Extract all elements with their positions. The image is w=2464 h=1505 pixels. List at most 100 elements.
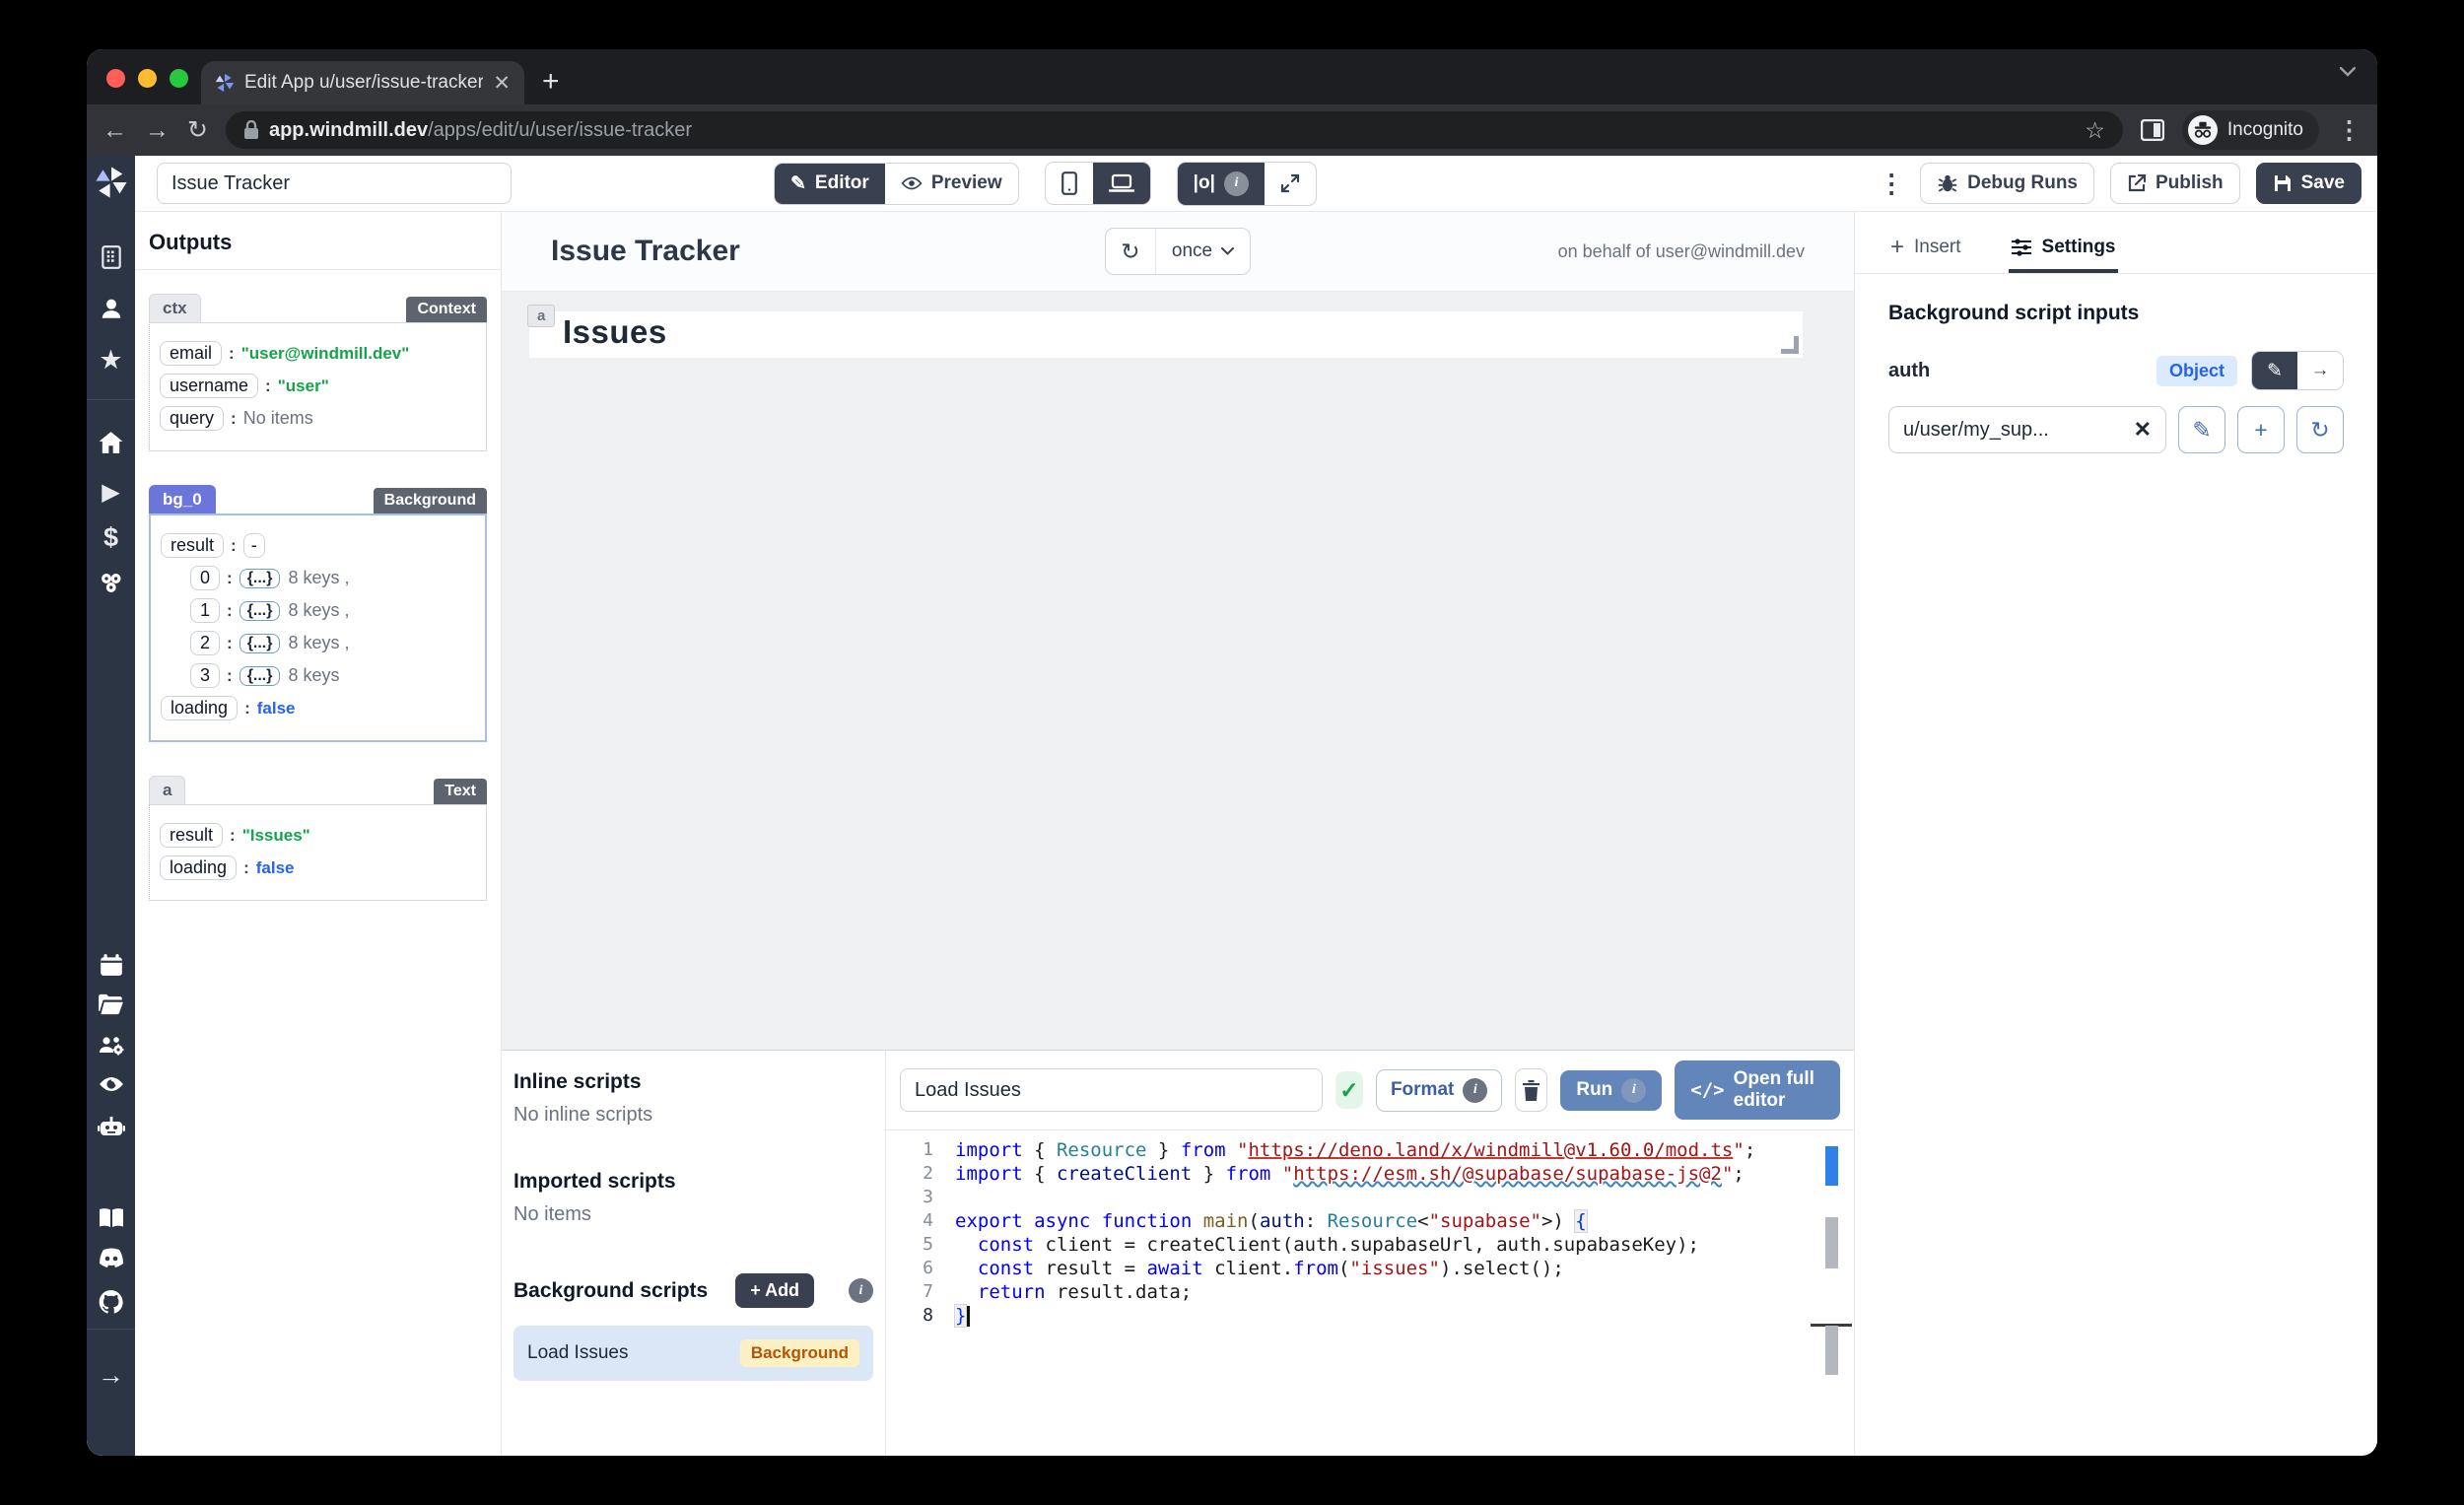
mobile-view-button[interactable] [1046, 163, 1093, 204]
tab-settings[interactable]: Settings [2009, 228, 2118, 273]
resize-handle-icon[interactable] [1781, 336, 1799, 354]
code-line[interactable]: 8} [886, 1304, 1854, 1328]
code-line[interactable]: 3 [886, 1186, 1854, 1209]
tab-search-chevron-icon[interactable] [2340, 67, 2356, 77]
key-pill[interactable]: result [160, 823, 223, 848]
code-editor[interactable]: 1import { Resource } from "https://deno.… [886, 1129, 1854, 1456]
windmill-logo-icon[interactable] [87, 166, 135, 199]
scrollbar-thumb[interactable] [1825, 1326, 1838, 1375]
script-name-input[interactable] [900, 1068, 1323, 1112]
component-id-tag[interactable]: a [527, 305, 555, 327]
schedules-calendar-icon[interactable] [87, 952, 135, 978]
object-pill[interactable]: {...} [240, 601, 281, 621]
output-row[interactable]: 3:{...}8 keys [190, 663, 475, 688]
close-window-button[interactable] [106, 69, 125, 88]
clear-icon[interactable]: ✕ [2134, 417, 2152, 443]
tab-close-icon[interactable]: ✕ [493, 71, 511, 96]
scrollbar-thumb[interactable] [1825, 1217, 1838, 1268]
output-row[interactable]: 0:{...}8 keys , [190, 566, 475, 590]
index-pill[interactable]: 1 [190, 598, 220, 623]
audit-eye-icon[interactable] [87, 1073, 135, 1095]
code-line[interactable]: 2import { createClient } from "https://e… [886, 1162, 1854, 1186]
tab-insert[interactable]: + Insert [1888, 228, 1963, 273]
side-panel-icon[interactable] [2141, 119, 2164, 141]
runs-play-icon[interactable]: ▶ [87, 478, 135, 507]
code-line[interactable]: 7 return result.data; [886, 1280, 1854, 1304]
forward-icon[interactable]: → [145, 118, 170, 143]
output-tab-bg0[interactable]: bg_0 [149, 485, 216, 513]
output-tab-a[interactable]: a [149, 776, 185, 804]
output-row[interactable]: username:"user" [160, 374, 476, 398]
run-button[interactable]: Run i [1560, 1070, 1662, 1111]
canvas-grid[interactable]: a Issues [502, 292, 1854, 1050]
add-background-script-button[interactable]: + Add [735, 1273, 814, 1308]
background-script-item[interactable]: Load Issues Background [513, 1326, 873, 1381]
back-icon[interactable]: ← [103, 118, 127, 143]
new-tab-button[interactable]: + [542, 65, 560, 99]
delete-script-button[interactable] [1515, 1068, 1547, 1112]
object-pill[interactable]: {...} [240, 569, 281, 588]
minimize-window-button[interactable] [138, 69, 157, 88]
format-button[interactable]: Format i [1376, 1069, 1502, 1112]
address-bar[interactable]: app.windmill.dev/apps/edit/u/user/issue-… [226, 111, 2123, 149]
browser-tab[interactable]: Edit App u/user/issue-tracker | ✕ [201, 61, 524, 104]
debug-runs-button[interactable]: Debug Runs [1920, 163, 2094, 204]
maximize-window-button[interactable] [170, 69, 188, 88]
variables-dollar-icon[interactable]: $ [87, 522, 135, 553]
output-row[interactable]: result:"Issues" [160, 823, 476, 848]
discord-icon[interactable] [87, 1248, 135, 1269]
bookmark-star-icon[interactable]: ☆ [2085, 117, 2105, 144]
user-icon[interactable] [87, 296, 135, 321]
output-row[interactable]: query:No items [160, 406, 476, 431]
refresh-mode-dropdown[interactable]: once [1156, 240, 1250, 262]
connect-mode-button[interactable]: → [2297, 352, 2343, 389]
code-line[interactable]: 4export async function main(auth: Resour… [886, 1209, 1854, 1233]
publish-button[interactable]: Publish [2110, 163, 2240, 204]
ai-robot-icon[interactable] [87, 1115, 135, 1140]
key-pill[interactable]: loading [160, 855, 237, 880]
browser-menu-kebab-icon[interactable]: ⋮ [2337, 118, 2361, 143]
index-pill[interactable]: 2 [190, 631, 220, 655]
home-icon[interactable] [87, 430, 135, 455]
fullscreen-button[interactable] [1265, 163, 1316, 205]
favorites-star-icon[interactable]: ★ [87, 345, 135, 376]
resources-cubes-icon[interactable] [87, 570, 135, 596]
collapse-toggle[interactable]: - [243, 533, 265, 558]
output-tab-ctx[interactable]: ctx [149, 294, 201, 322]
key-pill[interactable]: query [160, 406, 224, 431]
key-pill[interactable]: result [161, 533, 224, 558]
output-row[interactable]: result:- [161, 533, 475, 558]
code-line[interactable]: 5 const client = createClient(auth.supab… [886, 1233, 1854, 1257]
collapse-rail-arrow-icon[interactable]: → [87, 1360, 135, 1391]
reload-icon[interactable]: ↻ [187, 118, 208, 143]
refresh-resource-button[interactable]: ↻ [2296, 406, 2344, 453]
output-row[interactable]: email:"user@windmill.dev" [160, 341, 476, 366]
show-outputs-button[interactable]: |o| i [1178, 163, 1265, 205]
resource-input[interactable]: u/user/my_sup... ✕ [1888, 406, 2166, 453]
save-button[interactable]: Save [2256, 163, 2361, 204]
groups-icon[interactable] [87, 1033, 135, 1059]
edit-resource-button[interactable]: ✎ [2178, 406, 2225, 453]
folders-icon[interactable] [87, 992, 135, 1016]
window-controls[interactable] [106, 69, 188, 88]
key-pill[interactable]: email [160, 341, 222, 366]
output-row[interactable]: loading:false [161, 696, 475, 720]
app-name-input[interactable] [157, 163, 512, 204]
add-resource-button[interactable]: + [2237, 406, 2285, 453]
editor-mode-button[interactable]: ✎ Editor [775, 164, 885, 204]
workspace-icon[interactable] [87, 244, 135, 270]
docs-book-icon[interactable] [87, 1206, 135, 1230]
toolbar-kebab-icon[interactable]: ⋮ [1879, 169, 1904, 199]
open-full-editor-button[interactable]: </> Open full editor [1675, 1060, 1840, 1120]
output-row[interactable]: loading:false [160, 855, 476, 880]
text-component[interactable]: a Issues [529, 311, 1803, 358]
desktop-view-button[interactable] [1093, 163, 1150, 204]
index-pill[interactable]: 3 [190, 663, 220, 688]
output-row[interactable]: 1:{...}8 keys , [190, 598, 475, 623]
github-icon[interactable] [87, 1289, 135, 1316]
object-pill[interactable]: {...} [240, 634, 281, 653]
output-row[interactable]: 2:{...}8 keys , [190, 631, 475, 655]
code-line[interactable]: 6 const result = await client.from("issu… [886, 1257, 1854, 1280]
key-pill[interactable]: username [160, 374, 258, 398]
info-icon[interactable]: i [849, 1278, 873, 1303]
